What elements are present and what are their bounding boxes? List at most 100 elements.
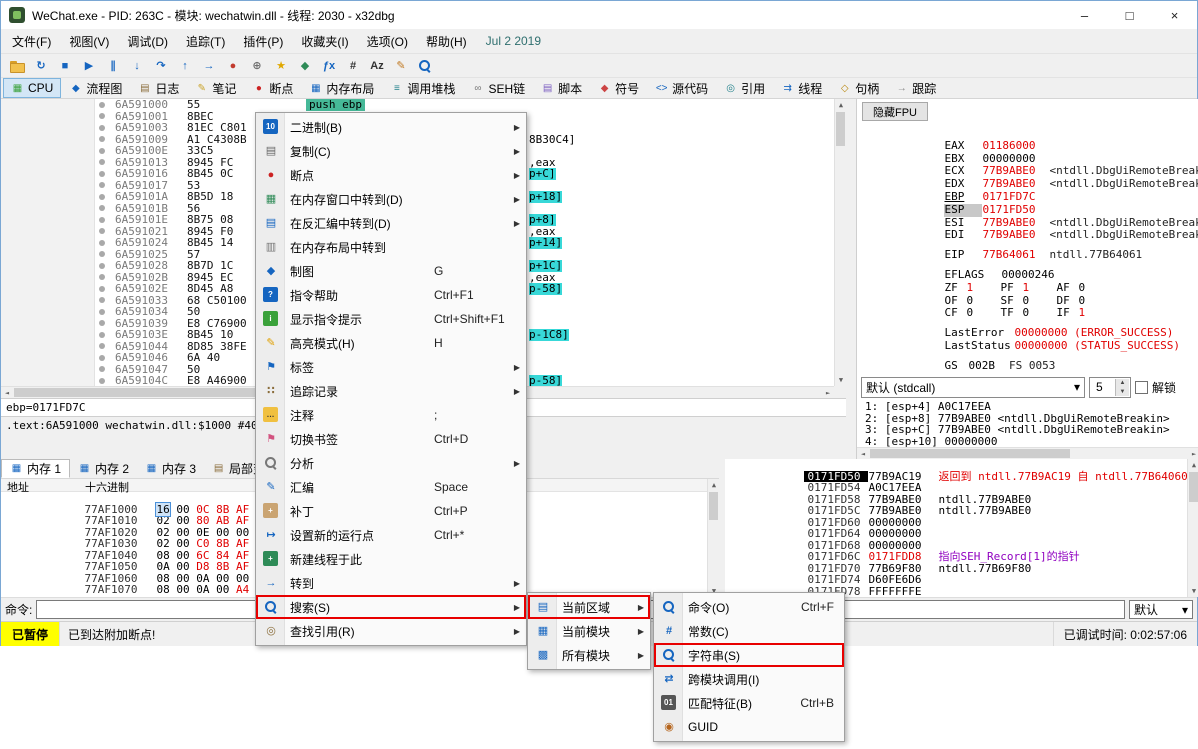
assemble-icon[interactable]: ✎ (389, 55, 413, 77)
menubar-item[interactable]: 收藏夹(I) (292, 30, 357, 53)
args-count-spinner[interactable]: 5 ▲▼ (1089, 377, 1131, 398)
menu-show-mnemonic-brief[interactable]: i 显示指令提示 Ctrl+Shift+F1 (256, 307, 526, 331)
favourites-icon[interactable]: ★ (269, 55, 293, 77)
animate-icon[interactable]: ● (221, 55, 245, 77)
shield-icon[interactable]: ◆ (293, 55, 317, 77)
menu-binary[interactable]: 10 二进制(B) ▶ (256, 115, 526, 139)
register-row[interactable] (865, 307, 1195, 314)
register-row[interactable] (865, 340, 1195, 347)
gear-icon[interactable]: ⊕ (245, 55, 269, 77)
stop-icon[interactable]: ■ (53, 55, 77, 77)
flags-row[interactable]: OF0SF0DF0 (865, 282, 1195, 295)
restart-icon[interactable]: ↻ (29, 55, 53, 77)
flags-row[interactable]: CF0TF0IF1 (865, 295, 1195, 308)
menu-analysis[interactable]: 分析 ▶ (256, 451, 526, 475)
menu-set-new-origin[interactable]: ↦ 设置新的运行点 Ctrl+* (256, 523, 526, 547)
menu-graph[interactable]: ◆ 制图 G (256, 259, 526, 283)
argument-row[interactable]: 1: [esp+4] A0C17EEA (865, 401, 1183, 413)
menu-copy[interactable]: ▤ 复制(C) ▶ (256, 139, 526, 163)
menu-assemble[interactable]: ✎ 汇编 Space (256, 475, 526, 499)
menu-patch[interactable]: + 补丁 Ctrl+P (256, 499, 526, 523)
memory-tab-3[interactable]: ▦ 内存 3 (137, 459, 204, 478)
tab-cpu[interactable]: ▦ CPU (3, 78, 61, 98)
stack-row[interactable]: 0171FD5077B9AC19返回到 ntdll.77B9AC19 自 ntd… (725, 459, 1187, 471)
register-row[interactable] (865, 249, 1195, 256)
menu-label[interactable]: ⚑ 标签 ▶ (256, 355, 526, 379)
tab-seh[interactable]: ∞ SEH链 (463, 78, 533, 98)
menubar-item[interactable]: 选项(O) (358, 30, 417, 53)
search-constant[interactable]: # 常数(C) (654, 619, 844, 643)
menu-goto[interactable]: → 转到 ▶ (256, 571, 526, 595)
search-command[interactable]: 命令(O) Ctrl+F (654, 595, 844, 619)
menu-trace-record[interactable]: ∷ 追踪记录 ▶ (256, 379, 526, 403)
hash-icon[interactable]: # (341, 55, 365, 77)
tab-references[interactable]: ◎ 引用 (716, 78, 773, 98)
tab-threads[interactable]: ⇉ 线程 (773, 78, 830, 98)
stack-vscrollbar[interactable]: ▲ ▼ (1187, 459, 1198, 597)
menu-instruction-help[interactable]: ? 指令帮助 Ctrl+F1 (256, 283, 526, 307)
search-guid[interactable]: ◉ GUID (654, 715, 844, 739)
fx-icon[interactable]: ƒx (317, 55, 341, 77)
menubar-item[interactable]: 插件(P) (234, 30, 292, 53)
unlock-checkbox[interactable]: 解锁 (1135, 379, 1176, 396)
maximize-button[interactable]: □ (1107, 1, 1152, 29)
registers-hscrollbar[interactable]: ◄ ► (857, 447, 1198, 459)
argument-row[interactable]: 3: [esp+C] 77B9ABE0 <ntdll.DbgUiRemoteBr… (865, 424, 1183, 436)
register-row[interactable]: GS002BFS 0053 (865, 347, 1195, 360)
register-row[interactable]: EIP77B64061ntdll.77B64061 (865, 236, 1195, 249)
menubar-item[interactable]: 调试(D) (118, 30, 177, 53)
menu-follow-in-memory-map[interactable]: ▥ 在内存布局中转到 (256, 235, 526, 259)
register-row[interactable]: EAX01186000 (865, 127, 1195, 140)
menubar-item[interactable]: 帮助(H) (417, 30, 476, 53)
menu-follow-in-disassembler[interactable]: ▤ 在反汇编中转到(D) ▶ (256, 211, 526, 235)
menubar-item[interactable]: 追踪(T) (177, 30, 234, 53)
search-intermodular-calls[interactable]: ⇄ 跨模块调用(I) (654, 667, 844, 691)
scroll-up-icon[interactable]: ▲ (1188, 459, 1198, 471)
search-icon[interactable] (413, 55, 437, 77)
register-row[interactable]: EDX77B9ABE0<ntdll.DbgUiRemoteBreakin> (865, 165, 1195, 178)
tab-memory-map[interactable]: ▦ 内存布局 (301, 78, 382, 98)
register-row[interactable]: ECX77B9ABE0<ntdll.DbgUiRemoteBreakin> (865, 153, 1195, 166)
tab-trace[interactable]: → 跟踪 (887, 78, 944, 98)
hide-fpu-button[interactable]: 隐藏FPU (862, 102, 928, 121)
register-row[interactable]: LastStatus00000000 (STATUS_SUCCESS) (865, 327, 1195, 340)
run-to-cursor-icon[interactable]: → (197, 55, 221, 77)
open-file-icon[interactable] (5, 55, 29, 77)
run-icon[interactable]: ▶ (77, 55, 101, 77)
flags-row[interactable]: ZF1PF1AF0 (865, 269, 1195, 282)
disasm-vscrollbar[interactable]: ▲ ▼ (834, 99, 846, 386)
tab-symbols[interactable]: ◆ 符号 (590, 78, 647, 98)
step-out-icon[interactable]: ↑ (173, 55, 197, 77)
menu-find-references[interactable]: ◎ 查找引用(R) ▶ (256, 619, 526, 643)
az-icon[interactable]: Az (365, 55, 389, 77)
tab-graph[interactable]: ◆ 流程图 (61, 78, 130, 98)
step-over-icon[interactable]: ↷ (149, 55, 173, 77)
scroll-up-icon[interactable]: ▲ (835, 99, 847, 111)
register-row[interactable]: EBP0171FD7C (865, 178, 1195, 191)
scroll-down-icon[interactable]: ▼ (835, 374, 847, 386)
tab-source[interactable]: <> 源代码 (647, 78, 716, 98)
submenu-all-modules[interactable]: ▩ 所有模块 ▶ (528, 643, 650, 667)
menubar-item[interactable]: 文件(F) (3, 30, 60, 53)
submenu-current-region[interactable]: ▤ 当前区域 ▶ (528, 595, 650, 619)
argument-row[interactable]: 4: [esp+10] 00000000 (865, 436, 1183, 448)
scrollbar-thumb[interactable] (836, 112, 845, 146)
tab-call-stack[interactable]: ≡ 调用堆栈 (382, 78, 463, 98)
close-button[interactable]: × (1152, 1, 1197, 29)
register-row[interactable]: ESP0171FD50 (865, 191, 1195, 204)
menu-follow-in-dump[interactable]: ▦ 在内存窗口中转到(D) ▶ (256, 187, 526, 211)
command-script-select[interactable]: 默认 ▾ (1129, 600, 1193, 619)
scrollbar-thumb[interactable] (870, 449, 1070, 458)
menu-comment[interactable]: … 注释 ; (256, 403, 526, 427)
calling-convention-select[interactable]: 默认 (stdcall) ▾ (861, 377, 1085, 398)
menu-toggle-bookmark[interactable]: ⚑ 切换书签 Ctrl+D (256, 427, 526, 451)
scroll-down-icon[interactable]: ▼ (1188, 585, 1198, 597)
tab-notes[interactable]: ✎ 笔记 (187, 78, 244, 98)
minimize-button[interactable]: – (1062, 1, 1107, 29)
register-row[interactable]: EBX00000000 (865, 140, 1195, 153)
register-row[interactable]: EFLAGS00000246 (865, 256, 1195, 269)
register-row[interactable]: LastError00000000 (ERROR_SUCCESS) (865, 314, 1195, 327)
register-row[interactable]: ESI77B9ABE0<ntdll.DbgUiRemoteBreakin> (865, 204, 1195, 217)
scrollbar-thumb[interactable] (709, 492, 718, 520)
menubar-item[interactable]: 视图(V) (60, 30, 118, 53)
